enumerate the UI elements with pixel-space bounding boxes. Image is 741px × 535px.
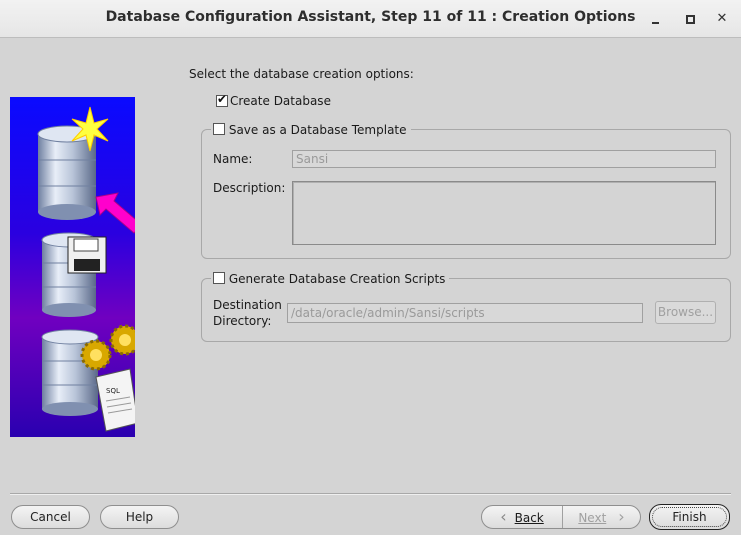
browse-button[interactable]: Browse... — [655, 301, 716, 324]
footer-separator — [10, 493, 731, 495]
title-bar: Database Configuration Assistant, Step 1… — [0, 0, 741, 38]
navigation-button-group: ‹ Back Next › — [481, 505, 641, 529]
minimize-icon — [652, 22, 659, 24]
destination-label-line1: Destination — [213, 298, 282, 312]
cancel-button[interactable]: Cancel — [11, 505, 90, 529]
maximize-icon — [686, 15, 695, 24]
back-arrow-icon: ‹ — [500, 507, 507, 526]
next-button[interactable]: Next › — [563, 506, 640, 528]
create-database-checkbox[interactable]: ✔ — [216, 92, 228, 107]
create-database-label: Create Database — [230, 94, 331, 108]
generate-scripts-checkbox[interactable] — [213, 272, 225, 284]
maximize-button[interactable] — [679, 8, 701, 30]
minimize-button[interactable] — [645, 8, 667, 30]
template-legend: Save as a Database Template — [211, 122, 411, 137]
window-title: Database Configuration Assistant, Step 1… — [105, 9, 636, 25]
generate-scripts-label: Generate Database Creation Scripts — [228, 272, 446, 286]
destination-label-line2: Directory: — [213, 314, 272, 328]
database-illustration-icon: SQL — [37, 106, 135, 432]
template-description-label: Description: — [213, 181, 286, 195]
close-icon: ✕ — [716, 11, 728, 26]
scripts-legend: Generate Database Creation Scripts — [211, 271, 450, 286]
back-label: Back — [514, 511, 544, 525]
wizard-illustration: SQL — [10, 97, 135, 437]
finish-button[interactable]: Finish — [649, 504, 730, 530]
close-button[interactable]: ✕ — [711, 8, 733, 30]
svg-text:SQL: SQL — [106, 387, 120, 395]
save-template-label: Save as a Database Template — [228, 123, 407, 137]
save-template-checkbox[interactable] — [213, 123, 225, 135]
creation-options-prompt: Select the database creation options: — [189, 67, 414, 81]
template-name-input[interactable]: Sansi — [292, 150, 716, 168]
destination-directory-input[interactable]: /data/oracle/admin/Sansi/scripts — [287, 303, 643, 323]
next-label: Next — [578, 511, 607, 525]
back-button[interactable]: ‹ Back — [482, 506, 562, 528]
next-arrow-icon: › — [618, 507, 625, 526]
help-button[interactable]: Help — [100, 505, 179, 529]
template-description-textarea[interactable] — [292, 181, 716, 245]
checkmark-icon: ✔ — [217, 92, 228, 106]
finish-label: Finish — [672, 510, 707, 524]
template-name-label: Name: — [213, 152, 253, 166]
